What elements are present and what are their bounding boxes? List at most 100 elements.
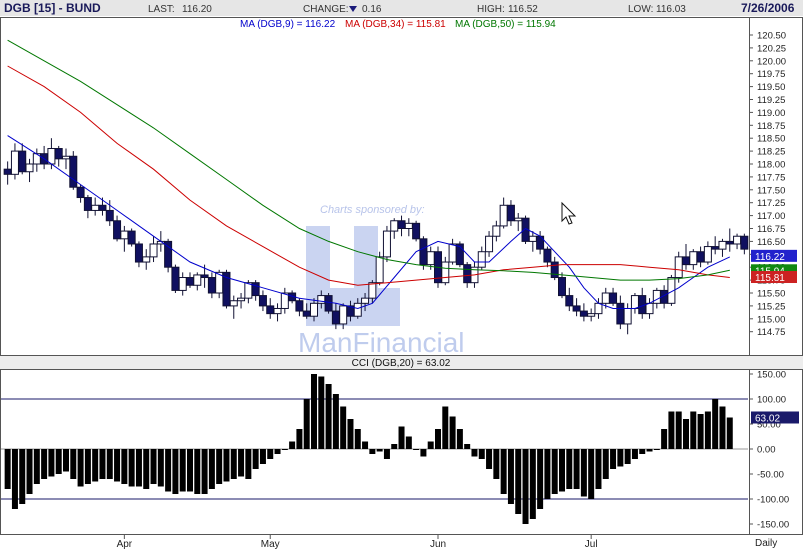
candle-up xyxy=(448,243,457,263)
cci-bar xyxy=(471,449,478,457)
price-tick-label: 119.25 xyxy=(757,95,785,106)
candle-down xyxy=(98,204,107,211)
cci-tick-label: -150.00 xyxy=(757,520,789,531)
cci-bar xyxy=(449,416,456,449)
cci-bar xyxy=(683,419,689,449)
candle-up xyxy=(645,302,654,315)
candle-down xyxy=(200,274,209,279)
cci-bar xyxy=(376,449,383,452)
low-value: 116.03 xyxy=(656,4,686,15)
candle-up xyxy=(499,204,508,227)
candle-down xyxy=(412,222,421,240)
cci-bar xyxy=(537,449,544,509)
candle-down xyxy=(609,292,618,304)
candle-down xyxy=(207,277,216,294)
candle-down xyxy=(127,230,136,245)
cci-bar xyxy=(70,449,77,479)
candle-down xyxy=(105,209,114,222)
candle-down xyxy=(558,277,566,297)
candle-up xyxy=(404,222,413,229)
cci-bar xyxy=(26,449,33,494)
cci-bar xyxy=(347,419,354,449)
cci-bar xyxy=(332,394,339,449)
candle-up xyxy=(273,307,282,315)
price-label-text: 115.81 xyxy=(755,273,785,284)
candle-up xyxy=(594,302,603,315)
last-label: LAST: xyxy=(148,4,175,15)
price-tick-label: 119.75 xyxy=(757,69,785,80)
cci-bar xyxy=(719,406,726,449)
candle-down xyxy=(397,220,406,229)
cci-bar xyxy=(143,449,150,489)
price-tick-label: 115.50 xyxy=(757,289,785,300)
cci-bar xyxy=(435,429,441,449)
cci-bar xyxy=(515,449,522,514)
cci-tick-label: -100.00 xyxy=(757,495,789,506)
price-tick-label: 119.00 xyxy=(757,108,785,119)
watermark-brand: ManFinancial xyxy=(298,327,465,358)
candle-up xyxy=(492,225,501,237)
cci-bar xyxy=(639,449,646,454)
candle-up xyxy=(353,302,362,317)
candle-down xyxy=(3,168,12,175)
candle-down xyxy=(572,305,581,312)
last-value: 116.20 xyxy=(182,4,212,15)
cci-bar xyxy=(223,449,230,482)
candle-up xyxy=(528,235,537,242)
cci-bar xyxy=(238,449,245,477)
candle-up xyxy=(375,256,384,284)
candle-down xyxy=(186,277,194,286)
cci-bar xyxy=(551,449,558,494)
candle-up xyxy=(630,295,639,309)
price-tick-label: 115.00 xyxy=(757,314,785,325)
price-tick-label: 120.50 xyxy=(757,31,786,42)
cci-tick-label: -50.00 xyxy=(757,470,784,481)
cci-bar xyxy=(48,449,55,477)
candle-up xyxy=(382,230,391,258)
cci-bar xyxy=(726,417,733,449)
cci-bar xyxy=(106,449,113,479)
cci-bar xyxy=(398,426,405,449)
cci-bar xyxy=(529,449,536,519)
candle-up xyxy=(244,282,253,299)
cci-bar xyxy=(420,449,427,457)
cci-bar xyxy=(128,449,135,487)
cci-bar xyxy=(179,449,186,492)
cci-bar xyxy=(114,449,121,482)
candle-up xyxy=(390,220,399,232)
legend-ma34: MA (DGB,34) = 115.81 xyxy=(345,19,446,30)
candle-down xyxy=(463,264,472,284)
cci-bar xyxy=(19,449,26,504)
candle-up xyxy=(317,295,326,304)
cci-bar xyxy=(157,449,164,487)
candle-up xyxy=(142,256,151,263)
price-tick-label: 116.50 xyxy=(757,237,785,248)
candle-down xyxy=(506,204,515,222)
candle-down xyxy=(419,238,428,266)
cci-last-label-text: 63.02 xyxy=(755,413,780,424)
candle-down xyxy=(725,240,734,245)
high-value: 116.52 xyxy=(508,4,538,15)
cci-bar xyxy=(507,449,514,504)
price-tick-label: 118.25 xyxy=(757,147,785,158)
price-panel-border xyxy=(0,17,803,356)
price-tick-label: 118.00 xyxy=(757,160,785,171)
price-tick-label: 120.25 xyxy=(757,43,786,54)
cci-bar xyxy=(99,449,106,479)
cci-bar xyxy=(668,411,675,449)
cci-bar xyxy=(602,449,609,479)
cci-bar xyxy=(675,411,682,449)
cci-bar xyxy=(500,449,507,494)
candle-up xyxy=(601,292,610,304)
price-tick-label: 117.25 xyxy=(757,198,785,209)
candle-down xyxy=(331,310,340,325)
cci-bar xyxy=(369,449,376,454)
cci-panel xyxy=(0,374,748,524)
cci-bar xyxy=(4,449,11,489)
price-label-text: 116.22 xyxy=(755,252,785,263)
low-label: LOW: xyxy=(628,4,653,15)
cci-bar xyxy=(405,436,412,449)
candle-down xyxy=(134,243,143,263)
candle-up xyxy=(368,282,377,299)
cci-bar xyxy=(617,449,624,467)
